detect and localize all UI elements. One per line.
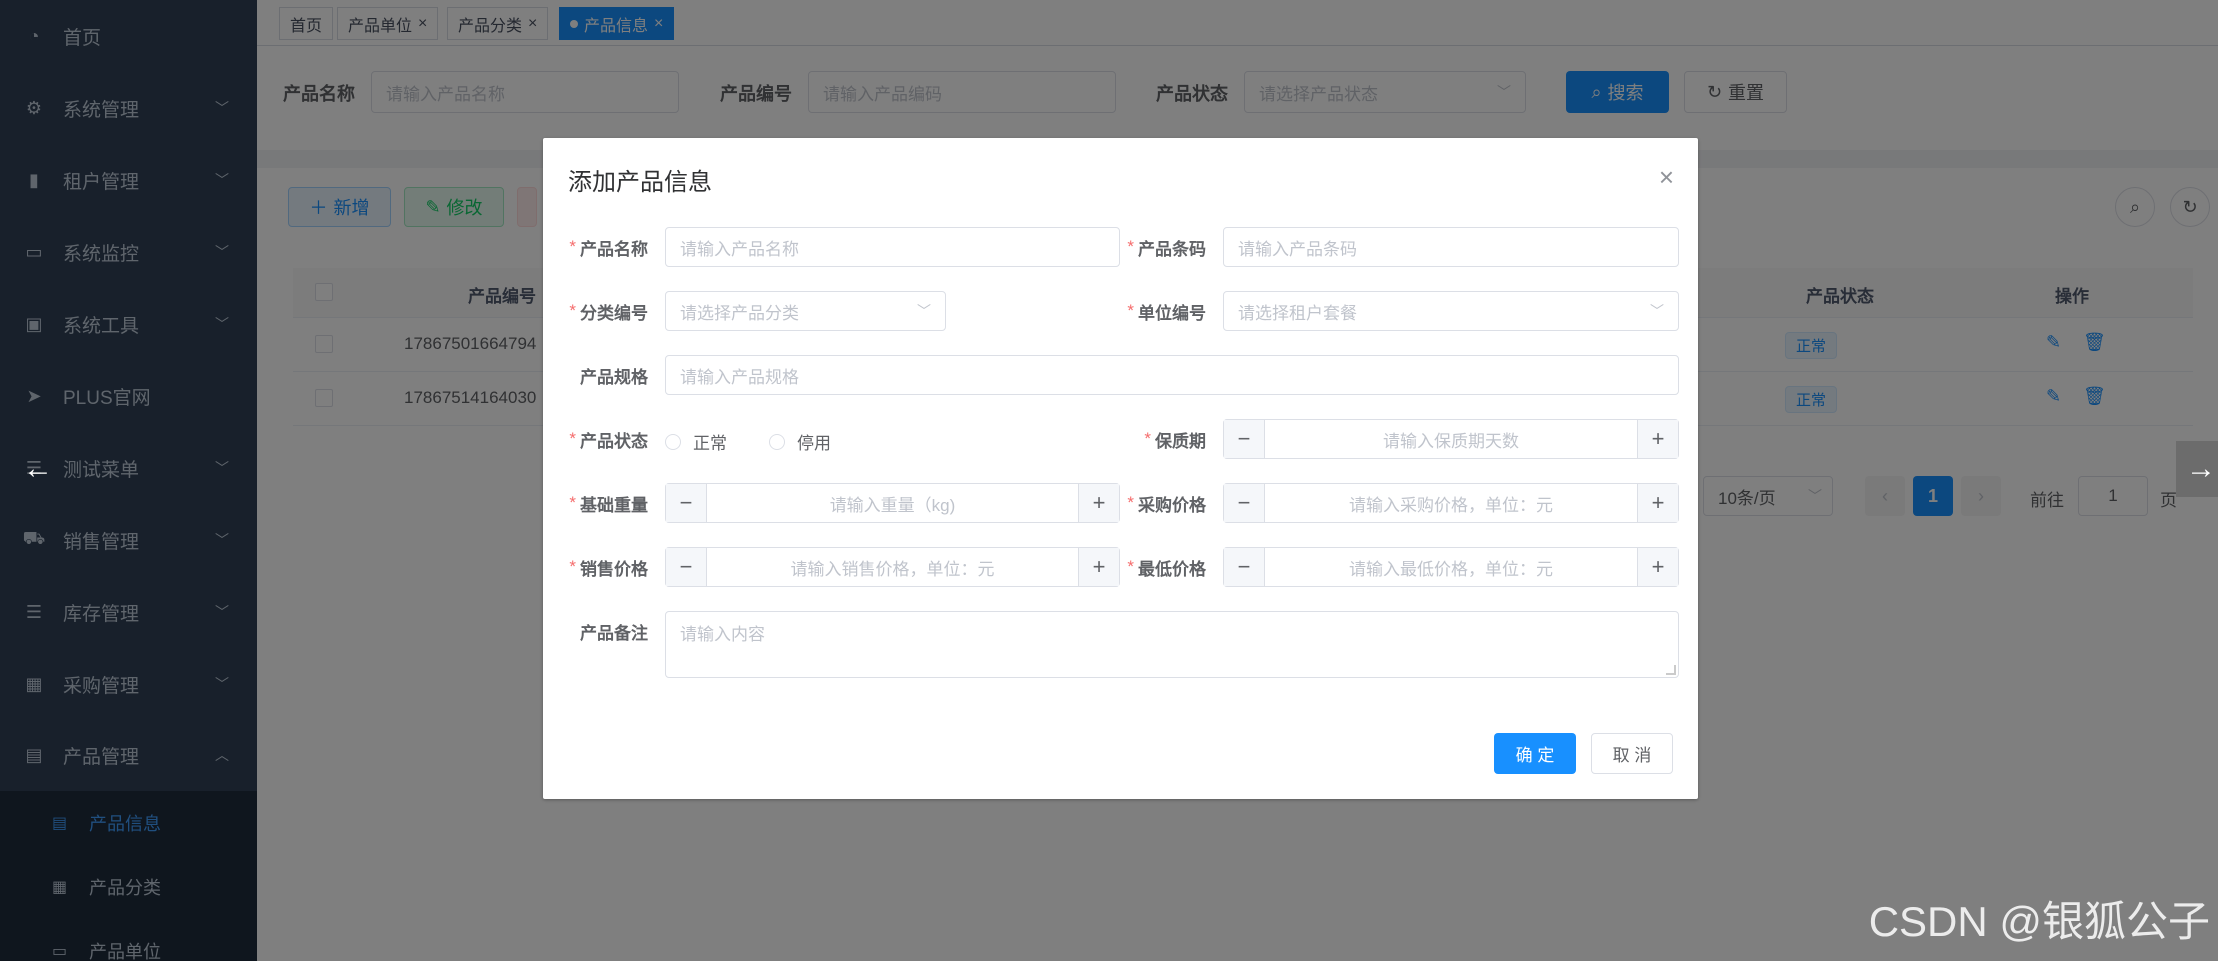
category-select[interactable]: 请选择产品分类 ﹀ (665, 291, 946, 331)
resize-handle-icon[interactable] (1666, 665, 1676, 675)
confirm-button[interactable]: 确 定 (1494, 733, 1576, 774)
required-mark: * (1127, 557, 1134, 576)
select-placeholder: 请选择产品分类 (680, 303, 799, 323)
required-mark: * (1127, 493, 1134, 512)
label-text: 产品备注 (580, 623, 648, 643)
stepper-placeholder: 请输入最低价格，单位：元 (1349, 559, 1553, 579)
purchase-price-label: * 采购价格 (1111, 483, 1206, 523)
status-label: * 产品状态 (553, 419, 648, 459)
required-mark: * (1127, 301, 1134, 320)
category-label: * 分类编号 (553, 291, 648, 331)
label-text: 单位编号 (1138, 303, 1206, 323)
arrow-left-icon[interactable]: ← (13, 441, 63, 497)
unit-select[interactable]: 请选择租户套餐 ﹀ (1223, 291, 1679, 331)
chevron-down-icon: ﹀ (1650, 303, 1664, 319)
spec-input[interactable]: 请输入产品规格 (665, 355, 1679, 395)
required-mark: * (1144, 429, 1151, 448)
label-text: 产品规格 (580, 367, 648, 387)
status-radio-normal[interactable]: 正常 (665, 429, 727, 454)
stepper-placeholder: 请输入销售价格，单位：元 (790, 559, 995, 579)
weight-label: * 基础重量 (553, 483, 648, 523)
chevron-down-icon: ﹀ (917, 303, 931, 319)
radio-label: 停用 (797, 434, 831, 453)
required-mark: * (569, 493, 576, 512)
label-text: 最低价格 (1138, 559, 1206, 579)
add-product-dialog: 添加产品信息 × * 产品名称 请输入产品名称 * 产品条码 请输入产品条码 *… (543, 138, 1698, 799)
radio-circle (769, 433, 785, 450)
label-text: 产品名称 (580, 239, 648, 259)
required-mark: * (1127, 237, 1134, 256)
dialog-title: 添加产品信息 (568, 169, 712, 196)
label-text: 分类编号 (580, 303, 648, 323)
minus-icon[interactable]: − (1224, 484, 1265, 522)
minus-icon[interactable]: − (1224, 420, 1265, 458)
minus-icon[interactable]: − (666, 484, 707, 522)
min-price-label: * 最低价格 (1111, 547, 1206, 587)
shelf-life-stepper[interactable]: − 请输入保质期天数 + (1223, 419, 1679, 459)
label-text: 产品状态 (580, 431, 648, 451)
minus-icon[interactable]: − (1224, 548, 1265, 586)
remark-label: 产品备注 (553, 611, 648, 651)
minus-icon[interactable]: − (666, 548, 707, 586)
spec-label: 产品规格 (553, 355, 648, 395)
unit-label: * 单位编号 (1111, 291, 1206, 331)
label-text: 产品条码 (1138, 239, 1206, 259)
product-barcode-input[interactable]: 请输入产品条码 (1223, 227, 1679, 267)
required-mark: * (569, 557, 576, 576)
shelf-life-label: * 保质期 (1111, 419, 1206, 459)
textarea-placeholder: 请输入内容 (680, 625, 765, 644)
label-text: 保质期 (1155, 431, 1206, 451)
status-radio-disabled[interactable]: 停用 (769, 429, 831, 454)
required-mark: * (569, 301, 576, 320)
plus-icon[interactable]: + (1637, 484, 1678, 522)
purchase-price-stepper[interactable]: − 请输入采购价格，单位：元 + (1223, 483, 1679, 523)
sale-price-label: * 销售价格 (553, 547, 648, 587)
product-barcode-label: * 产品条码 (1111, 227, 1206, 267)
sale-price-stepper[interactable]: − 请输入销售价格，单位：元 + (665, 547, 1120, 587)
min-price-stepper[interactable]: − 请输入最低价格，单位：元 + (1223, 547, 1679, 587)
label-text: 销售价格 (580, 559, 648, 579)
weight-stepper[interactable]: − 请输入重量（kg) + (665, 483, 1120, 523)
stepper-placeholder: 请输入采购价格，单位：元 (1349, 495, 1553, 515)
remark-textarea[interactable]: 请输入内容 (665, 611, 1679, 678)
label-text: 基础重量 (580, 495, 648, 515)
label-text: 采购价格 (1138, 495, 1206, 515)
watermark: CSDN @银狐公子 (1868, 898, 2210, 945)
radio-label: 正常 (693, 434, 727, 453)
cancel-button[interactable]: 取 消 (1591, 733, 1673, 774)
required-mark: * (569, 237, 576, 256)
close-icon[interactable]: × (1659, 162, 1674, 193)
stepper-placeholder: 请输入保质期天数 (1383, 431, 1519, 451)
select-placeholder: 请选择租户套餐 (1238, 303, 1357, 323)
stepper-placeholder: 请输入重量（kg) (829, 495, 956, 515)
product-name-input[interactable]: 请输入产品名称 (665, 227, 1120, 267)
plus-icon[interactable]: + (1637, 548, 1678, 586)
radio-circle (665, 433, 681, 450)
plus-icon[interactable]: + (1637, 420, 1678, 458)
required-mark: * (569, 429, 576, 448)
product-name-label: * 产品名称 (553, 227, 648, 267)
arrow-right-icon[interactable]: → (2176, 441, 2218, 497)
